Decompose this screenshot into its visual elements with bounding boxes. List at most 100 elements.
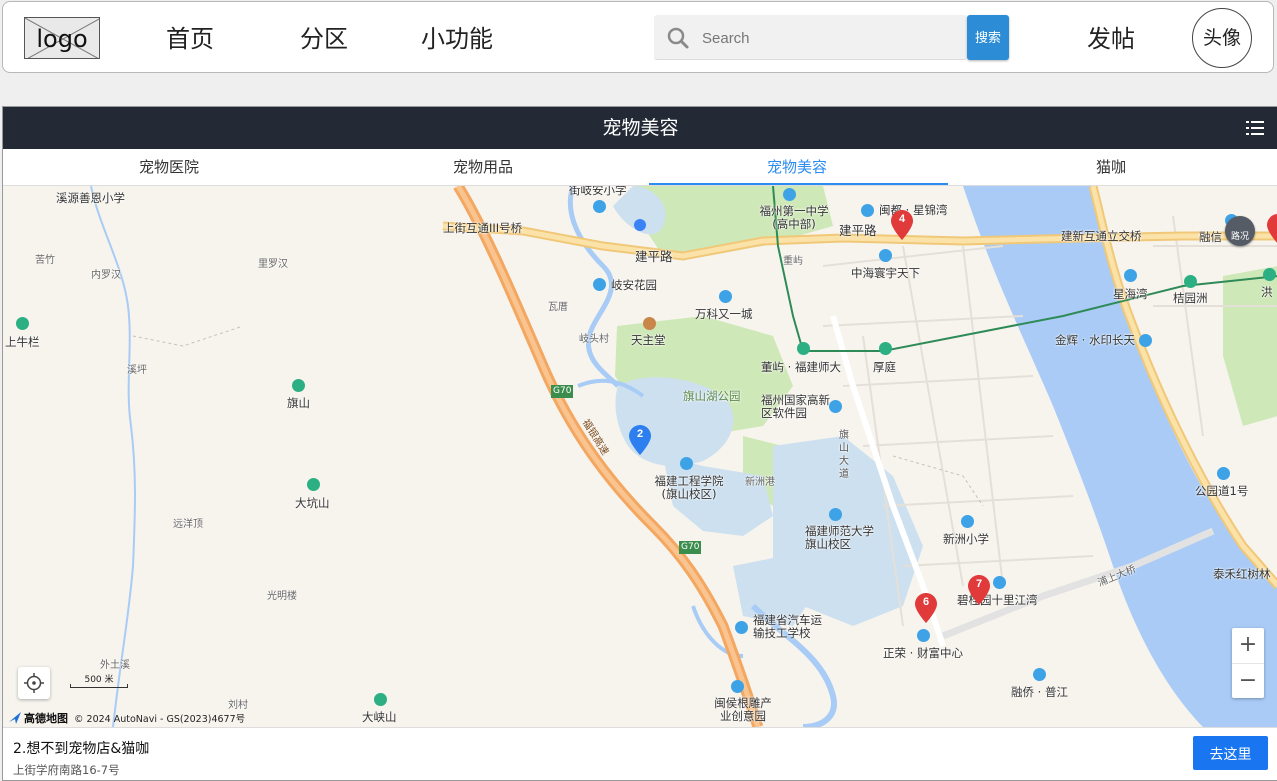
map-scale-bar — [70, 684, 128, 688]
copyright-text: © 2024 AutoNavi - GS(2023)4677号 — [74, 714, 246, 725]
crosshair-icon — [24, 673, 44, 693]
map-label: 大峡山 — [362, 710, 397, 724]
building-poi-icon — [1217, 467, 1230, 480]
page-title: 宠物美容 — [602, 117, 679, 139]
map-label: 厚庭 — [873, 360, 896, 374]
avatar[interactable]: 头像 — [1192, 8, 1252, 68]
active-tab-indicator — [649, 183, 948, 185]
mountain-poi-icon — [374, 693, 387, 706]
map-label: 万科又一城 — [695, 307, 753, 321]
shop-marker-pin[interactable]: 4 — [891, 210, 913, 240]
tab-pet-grooming[interactable]: 宠物美容 — [697, 149, 897, 185]
tab-pet-supplies[interactable]: 宠物用品 — [383, 149, 583, 185]
search-button[interactable]: 搜索 — [967, 15, 1009, 60]
building-poi-icon — [1139, 334, 1152, 347]
metro-poi-icon — [1263, 268, 1276, 281]
map-pin-icon — [1267, 214, 1277, 243]
zoom-control: + − — [1232, 628, 1264, 698]
building-poi-icon — [917, 629, 930, 642]
logo-text: logo — [36, 25, 88, 53]
pin-number: 7 — [975, 578, 983, 590]
navigate-button[interactable]: 去这里 — [1193, 736, 1268, 770]
building-poi-icon — [593, 278, 606, 291]
map-label: 新洲港 — [745, 477, 775, 488]
nav-home-link[interactable]: 首页 — [166, 24, 214, 54]
menu-icon[interactable] — [1246, 121, 1264, 135]
map-label: 天主堂 — [631, 333, 666, 347]
map-label: 旗山大道 — [839, 430, 849, 480]
map-label: 上街互通III号桥 — [443, 221, 523, 235]
map-label: 泰禾红树林 — [1213, 567, 1271, 581]
map-label: 中海寰宇天下 — [851, 266, 920, 280]
search-icon — [667, 27, 689, 49]
map-label: 建平路 — [839, 223, 877, 238]
mountain-poi-icon — [307, 478, 320, 491]
map-label: 重屿 — [783, 256, 803, 267]
pin-number: 2 — [636, 428, 644, 440]
map-label: 岐头村 — [579, 334, 609, 345]
map-label: 星海湾 — [1113, 287, 1148, 301]
locate-button[interactable] — [18, 667, 50, 699]
map-label: 融侨 · 普江 — [1011, 685, 1068, 699]
school-poi-icon — [783, 188, 796, 201]
shop-info-panel: 2.想不到宠物店&猫咖 上街学府南路16-7号 去这里 — [3, 727, 1277, 780]
map-label: 公园道1号 — [1195, 484, 1249, 498]
metro-poi-icon — [1184, 275, 1197, 288]
zoom-out-button[interactable]: − — [1232, 664, 1264, 699]
traffic-toggle-button[interactable]: 路况 — [1225, 216, 1255, 246]
map-label: 大坑山 — [295, 496, 330, 510]
building-poi-icon — [861, 204, 874, 217]
map-label: 远洋顶 — [173, 519, 203, 530]
shop-marker-pin[interactable]: 2 — [629, 425, 651, 455]
map-label: 溪坪 — [127, 365, 147, 376]
building-poi-icon — [829, 400, 842, 413]
map-label: 旗山 — [287, 396, 310, 410]
tab-cat-cafe[interactable]: 猫咖 — [1011, 149, 1211, 185]
map-label: 福建省汽车运输技工学校 — [753, 613, 822, 640]
map-label: 上牛栏 — [5, 335, 40, 349]
map-label: 闽都 · 星锦湾 — [879, 203, 948, 217]
mountain-poi-icon — [292, 379, 305, 392]
school-poi-icon — [735, 621, 748, 634]
search-input[interactable] — [700, 23, 959, 53]
logo-placeholder[interactable]: logo — [24, 17, 100, 59]
tab-pet-hospital[interactable]: 宠物医院 — [69, 149, 269, 185]
building-poi-icon — [719, 290, 732, 303]
map-label: 福建工程学院(旗山校区) — [654, 474, 724, 501]
nav-tools-link[interactable]: 小功能 — [421, 24, 493, 54]
school-poi-icon — [593, 200, 606, 213]
amap-logo-icon — [9, 712, 21, 724]
map-label: 董屿 · 福建师大 — [761, 360, 841, 374]
shop-marker-pin[interactable]: 7 — [968, 575, 990, 605]
post-link[interactable]: 发帖 — [1087, 24, 1135, 54]
nav-section-link[interactable]: 分区 — [300, 24, 348, 54]
map-label: 正荣 · 财富中心 — [883, 646, 963, 660]
metro-poi-icon — [879, 342, 892, 355]
map-label: 建新互通立交桥 — [1061, 229, 1142, 243]
map-label: 福州国家高新区软件园 — [761, 393, 830, 420]
school-poi-icon — [829, 508, 842, 521]
pin-number: 4 — [898, 213, 906, 225]
map-label: 溪源善恩小学 — [56, 191, 125, 205]
map-label: 福州第一中学(高中部) — [759, 204, 829, 231]
metro-poi-icon — [797, 342, 810, 355]
app-header: 宠物美容 — [3, 107, 1277, 149]
category-tabs: 宠物医院 宠物用品 宠物美容 猫咖 — [3, 149, 1277, 186]
zoom-in-button[interactable]: + — [1232, 628, 1264, 664]
map-label: 福建师范大学旗山校区 — [805, 524, 874, 551]
map-view[interactable]: 溪源善恩小学 苦竹 内罗汉 里罗汉 上牛栏 溪坪 旗山 大坑山 远洋顶 光明楼 … — [3, 186, 1277, 727]
map-label: 闽侯根雕产业创意园 — [714, 696, 772, 723]
school-poi-icon — [961, 515, 974, 528]
shop-marker-pin-partial[interactable] — [1267, 214, 1277, 244]
map-label: 建平路 — [635, 249, 673, 264]
map-label: 岐安花园 — [611, 278, 657, 292]
map-label: 街岐安小学 — [569, 186, 627, 197]
church-poi-icon — [643, 317, 656, 330]
search-box — [654, 15, 967, 60]
shop-marker-pin[interactable]: 6 — [915, 593, 937, 623]
map-label: 金辉 · 水印长天 — [1055, 333, 1135, 347]
shop-address: 上街学府南路16-7号 — [13, 763, 120, 777]
map-label: 外土溪 — [100, 660, 130, 671]
map-copyright: 高德地图 © 2024 AutoNavi - GS(2023)4677号 — [9, 710, 245, 726]
map-label: 洪 — [1261, 285, 1273, 299]
